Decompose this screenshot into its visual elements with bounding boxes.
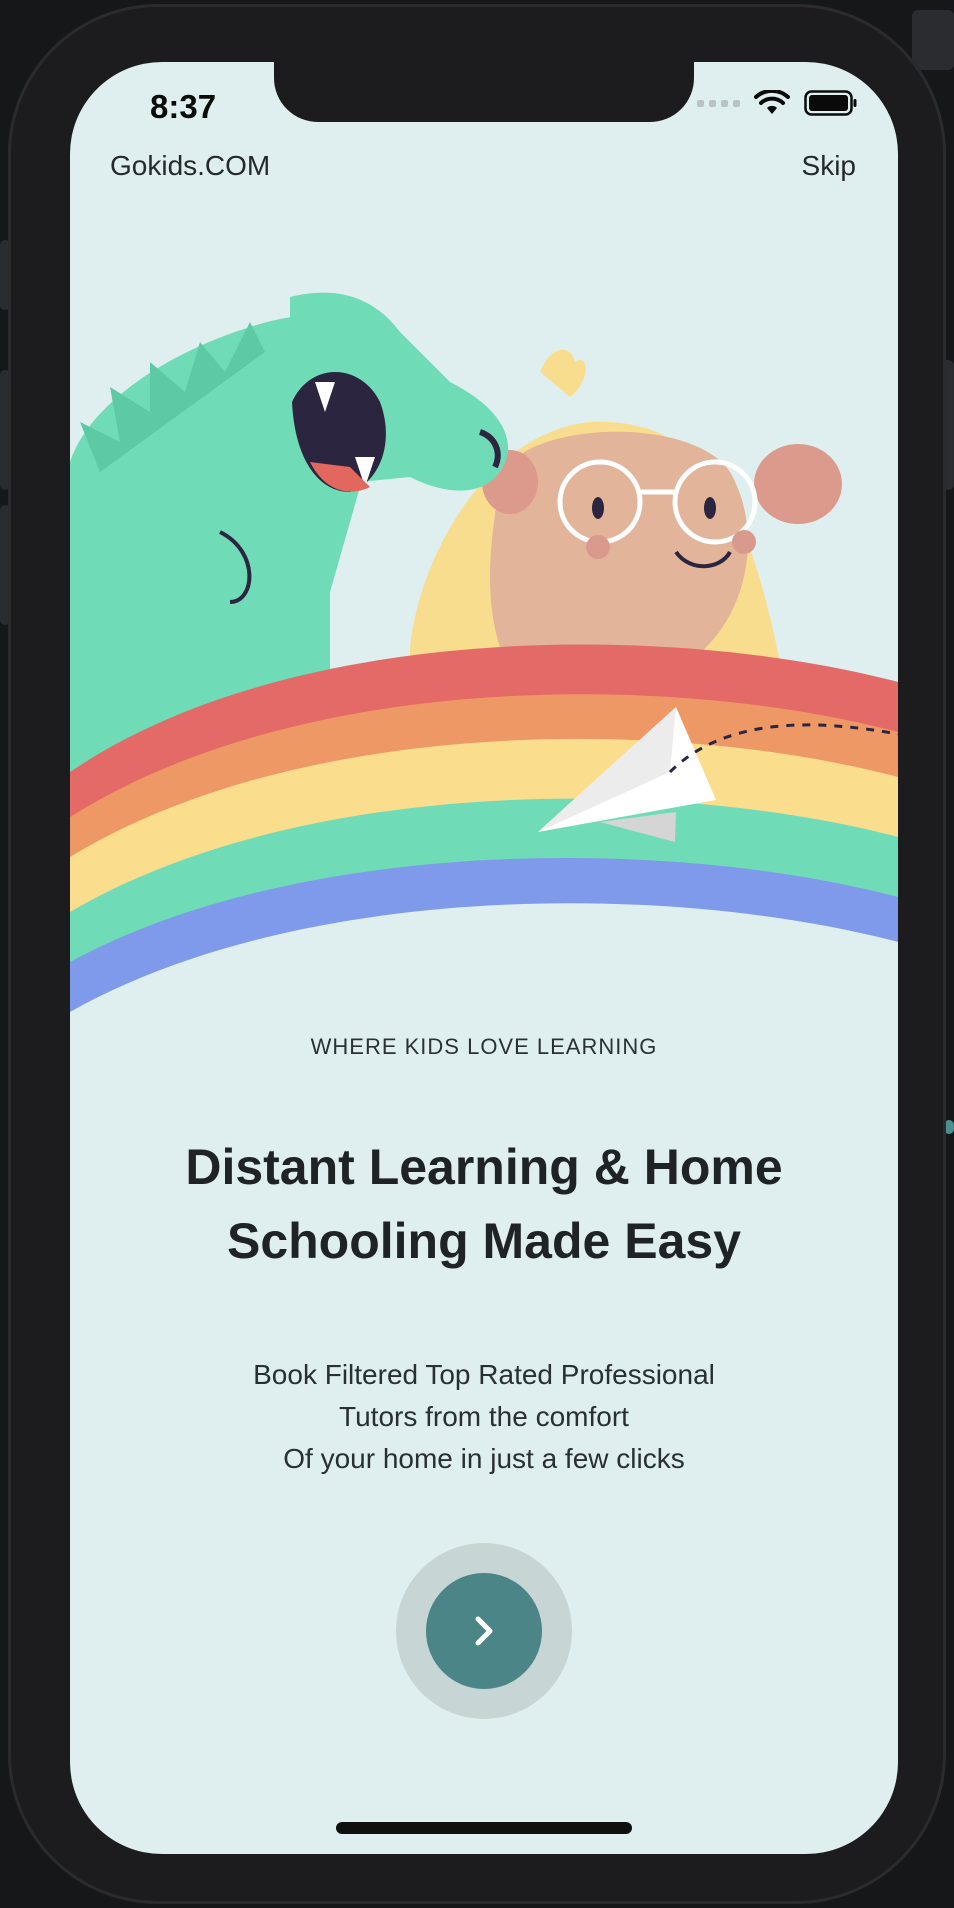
brand-logo-text: Gokids.COM bbox=[110, 150, 271, 181]
description: Book Filtered Top Rated Professional Tut… bbox=[130, 1354, 838, 1480]
tagline: WHERE KIDS LOVE LEARNING bbox=[310, 1034, 658, 1059]
headline-line: Schooling Made Easy bbox=[226, 1213, 741, 1269]
home-indicator[interactable] bbox=[336, 1822, 632, 1834]
headline: Distant Learning & Home Schooling Made E… bbox=[110, 1130, 858, 1278]
description-line: Book Filtered Top Rated Professional bbox=[253, 1359, 715, 1390]
wifi-icon bbox=[754, 90, 790, 114]
skip-button[interactable]: Skip bbox=[802, 150, 856, 182]
chevron-right-icon bbox=[475, 1616, 493, 1646]
status-time: 8:37 bbox=[150, 88, 217, 125]
signal-icon bbox=[697, 99, 740, 107]
app-screen: 8:37 Gokids.COM Skip WHERE KIDS LOVE LEA… bbox=[70, 62, 898, 1854]
headline-line: Distant Learning & Home bbox=[185, 1139, 783, 1195]
status-icons bbox=[697, 90, 858, 116]
notch bbox=[274, 62, 694, 122]
next-button[interactable] bbox=[426, 1573, 542, 1689]
battery-icon bbox=[804, 90, 857, 116]
hero-illustration bbox=[70, 292, 898, 1012]
description-line: Tutors from the comfort bbox=[339, 1401, 629, 1432]
phone-frame: 8:37 Gokids.COM Skip WHERE KIDS LOVE LEA… bbox=[8, 4, 946, 1904]
description-line: Of your home in just a few clicks bbox=[283, 1443, 685, 1474]
background-panel bbox=[912, 10, 954, 70]
